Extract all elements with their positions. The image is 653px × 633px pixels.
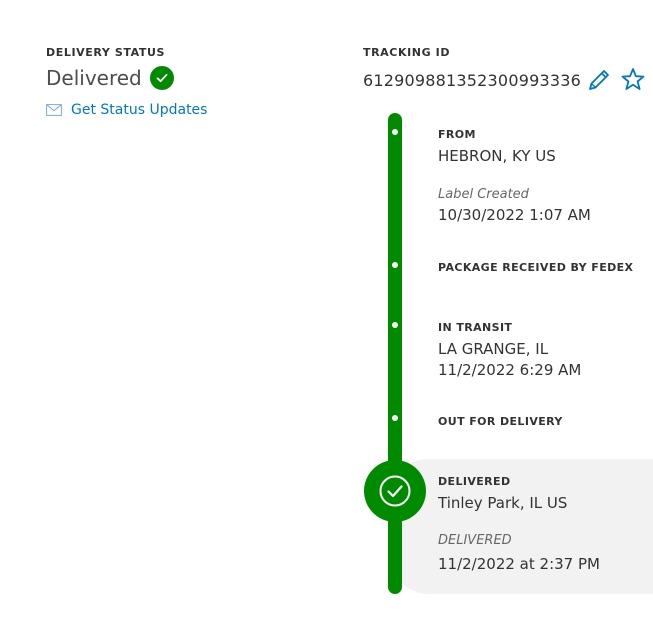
star-icon[interactable] [619,66,647,94]
delivered-date: 11/2/2022 at 2:37 PM [438,555,600,573]
tracking-id-label: TRACKING ID [363,46,451,59]
in-transit-label: IN TRANSIT [438,321,513,334]
delivery-status: Delivered [46,66,174,90]
timeline-dot-received [392,262,398,268]
delivered-status-text: DELIVERED [438,533,512,548]
timeline-dot-in-transit [392,322,398,328]
get-status-updates-link[interactable]: Get Status Updates [46,102,207,118]
tracking-number: 612909881352300993336 [363,70,581,90]
out-for-delivery-label: OUT FOR DELIVERY [438,415,563,428]
delivered-panel [392,459,653,594]
envelope-icon [46,104,62,116]
pencil-icon[interactable] [585,66,613,94]
get-status-updates-text[interactable]: Get Status Updates [71,102,207,118]
timeline-dot-out-for-delivery [392,415,398,421]
in-transit-location: LA GRANGE, IL [438,340,549,358]
package-received-label: PACKAGE RECEIVED BY FEDEX [438,261,634,274]
label-created-date: 10/30/2022 1:07 AM [438,206,591,224]
delivered-check-icon [364,460,426,522]
delivery-status-value: Delivered [46,66,142,90]
from-label: FROM [438,128,476,141]
delivered-label: DELIVERED [438,475,511,488]
from-location: HEBRON, KY US [438,147,556,165]
timeline-dot-from [392,129,398,135]
label-created-text: Label Created [438,187,529,202]
in-transit-date: 11/2/2022 6:29 AM [438,361,582,379]
check-circle-icon [149,66,174,90]
delivery-status-label: DELIVERY STATUS [46,46,166,59]
tracking-id-row: 612909881352300993336 [363,66,647,94]
delivered-location: Tinley Park, IL US [438,494,568,512]
